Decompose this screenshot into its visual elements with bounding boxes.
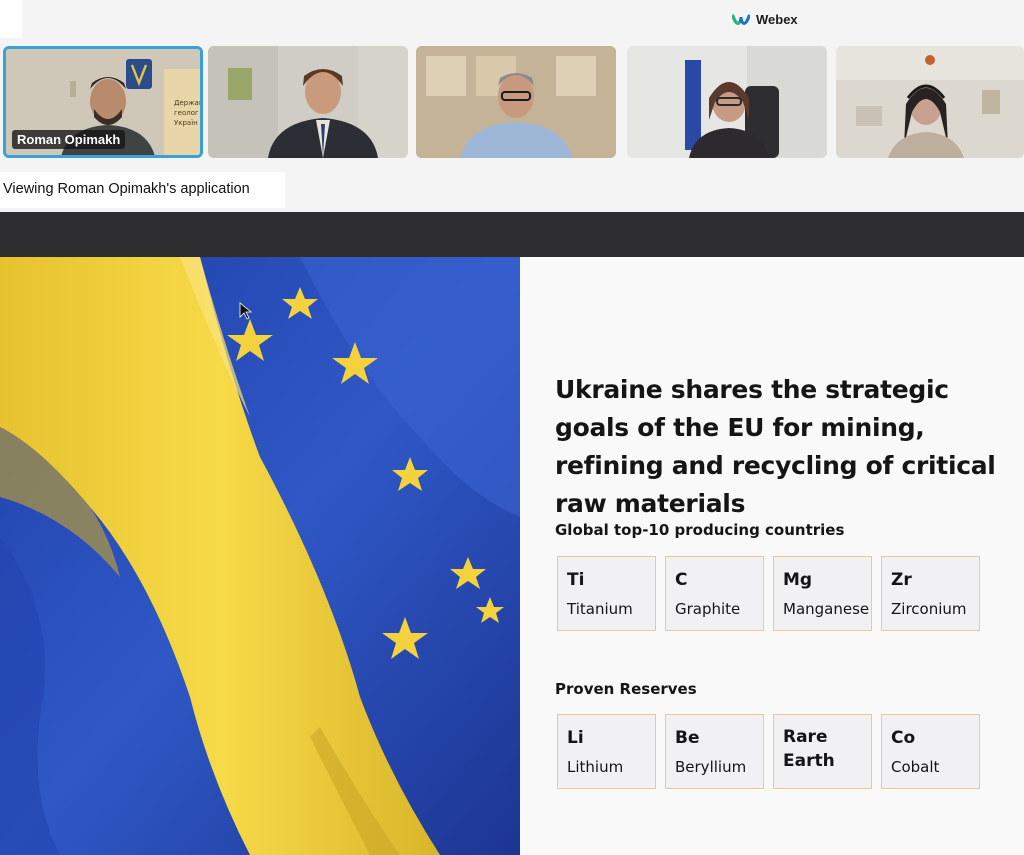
element-symbol: Ti: [567, 570, 585, 590]
participant-tile-roman-opimakh[interactable]: Держав геолог Україн Roman Opimakh: [3, 46, 203, 158]
element-card-beryllium: Be Beryllium: [665, 714, 764, 789]
element-name: Manganese: [783, 600, 870, 618]
svg-text:Україн: Україн: [174, 119, 198, 127]
app-brand: Webex: [732, 12, 798, 27]
element-name: Lithium: [567, 758, 624, 776]
element-symbol: Mg: [783, 570, 813, 590]
element-symbol: Be: [675, 728, 700, 748]
reserve-cards: Li Lithium Be Beryllium Rare Earth Co Co…: [557, 714, 980, 789]
participant-video: [836, 46, 1024, 158]
element-card-zirconium: Zr Zirconium: [881, 556, 980, 631]
webex-meeting-window: Webex Держав геолог Україн Roman Opimakh: [0, 0, 1024, 855]
element-card-lithium: Li Lithium: [557, 714, 656, 789]
participant-video: [208, 46, 408, 158]
section-label-producers: Global top-10 producing countries: [555, 521, 845, 539]
element-symbol: Li: [567, 728, 584, 748]
share-header-bar: [0, 212, 1024, 257]
element-card-rare-earth: Rare Earth: [773, 714, 872, 789]
slide-title: Ukraine shares the strategic goals of th…: [555, 375, 996, 518]
participant-video: [416, 46, 616, 158]
participant-tile[interactable]: [627, 46, 827, 158]
element-symbol: Co: [891, 728, 916, 748]
element-symbol: C: [675, 570, 688, 590]
flag-image: [0, 257, 520, 855]
element-name: Graphite: [675, 600, 741, 618]
element-name: Zirconium: [891, 600, 967, 618]
window-corner: [0, 0, 22, 38]
shared-screen: Ukraine shares the strategic goals of th…: [0, 212, 1024, 855]
participant-tile[interactable]: [836, 46, 1024, 158]
element-card-graphite: C Graphite: [665, 556, 764, 631]
app-name: Webex: [756, 12, 798, 27]
section-label-reserves: Proven Reserves: [555, 680, 697, 698]
share-viewing-label: Viewing Roman Opimakh's application: [0, 172, 285, 208]
presentation-slide: Ukraine shares the strategic goals of th…: [520, 257, 1024, 855]
element-name: Cobalt: [891, 758, 940, 776]
element-name: Beryllium: [675, 758, 747, 776]
element-card-titanium: Ti Titanium: [557, 556, 656, 631]
participant-tile[interactable]: [416, 46, 616, 158]
participant-strip: Держав геолог Україн Roman Opimakh: [0, 44, 1024, 160]
ukraine-eu-flags-image: [0, 257, 520, 855]
participant-video: [627, 46, 827, 158]
element-symbol: Rare Earth: [783, 727, 835, 771]
producer-cards: Ti Titanium C Graphite Mg Manganese Zr Z…: [557, 556, 980, 631]
top-bar: Webex: [0, 0, 1024, 42]
svg-text:Держав: Держав: [174, 99, 203, 107]
webex-logo-icon: [732, 14, 750, 25]
element-card-manganese: Mg Manganese: [773, 556, 872, 631]
element-card-cobalt: Co Cobalt: [881, 714, 980, 789]
svg-text:геолог: геолог: [174, 109, 199, 117]
viewing-label-text: Viewing Roman Opimakh's application: [3, 181, 250, 197]
element-name: Titanium: [567, 600, 633, 618]
element-symbol: Zr: [891, 570, 912, 590]
participant-tile[interactable]: [208, 46, 408, 158]
participant-name-tag: Roman Opimakh: [12, 130, 126, 149]
